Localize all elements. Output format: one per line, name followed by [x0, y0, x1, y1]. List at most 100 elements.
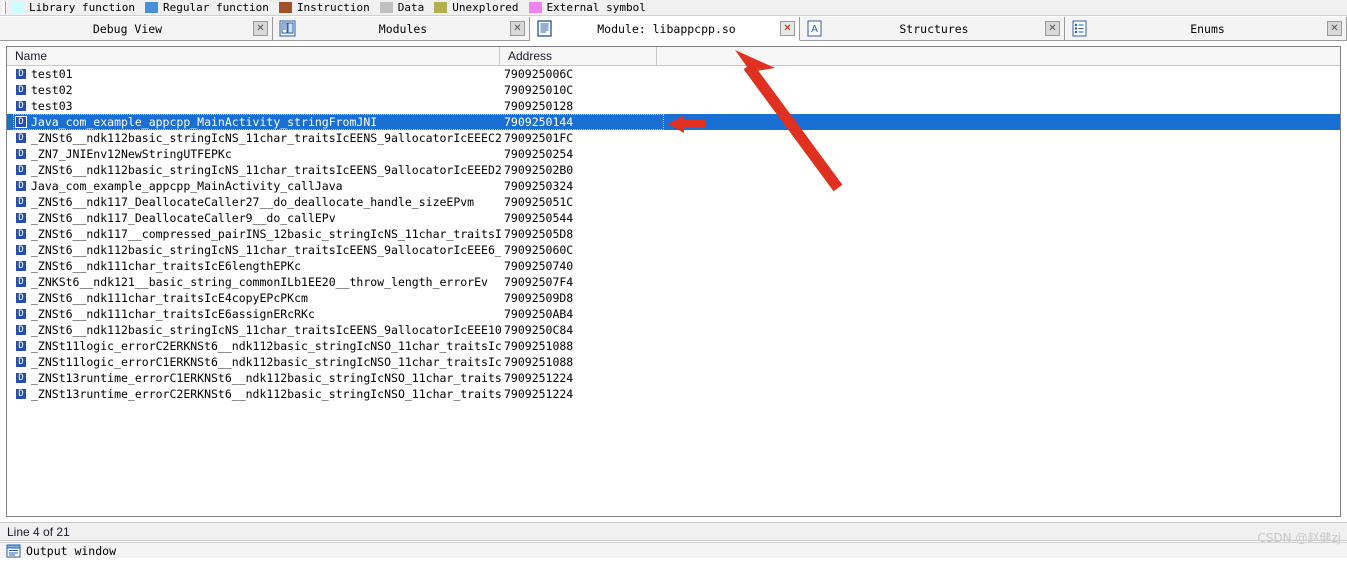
cell-function-name: _ZNSt13runtime_errorC1ERKNSt6__ndk112bas… [31, 371, 501, 385]
output-window-bar[interactable]: Output window [0, 542, 1347, 558]
cell-function-name: test02 [31, 83, 73, 97]
table-row[interactable]: D _ZNSt11logic_errorC2ERKNSt6__ndk112basi… [7, 338, 1340, 354]
modules-icon [279, 20, 296, 37]
line-counter: Line 4 of 21 [7, 524, 70, 539]
table-row[interactable]: D _ZNSt13runtime_errorC2ERKNSt6__ndk112ba… [7, 386, 1340, 402]
tab-label: Structures [899, 21, 969, 36]
output-window-icon [6, 544, 21, 558]
cell-function-name: _ZNSt6__ndk111char_traitsIcE6lengthEPKc [31, 259, 302, 273]
cell-function-name: _ZNSt6__ndk112basic_stringIcNS_11char_tr… [31, 131, 501, 145]
cell-address: 79092507F4 [504, 275, 574, 289]
cell-address: 7909250324 [504, 179, 574, 193]
module-functions-panel: Name Address Dtest01 790925006C Dtest02 790… [0, 41, 1347, 522]
unexplored-swatch [434, 2, 448, 13]
toolbar-grip[interactable] [2, 1, 7, 14]
table-row[interactable]: Dtest03 7909250128 [7, 98, 1340, 114]
table-row[interactable]: D _ZNSt13runtime_errorC1ERKNSt6__ndk112ba… [7, 370, 1340, 386]
cell-address: 79092505D8 [504, 227, 574, 241]
cell-address: 7909251088 [504, 355, 574, 369]
column-header-name[interactable]: Name [7, 47, 500, 66]
close-icon[interactable]: ✕ [253, 21, 268, 36]
cell-function-name: _ZNSt6__ndk112basic_stringIcNS_11char_tr… [31, 323, 501, 337]
debug-symbol-icon: D [15, 116, 27, 128]
cell-address: 790925010C [504, 83, 574, 97]
table-row[interactable]: D _ZNSt6__ndk117_DeallocateCaller9__do_ca… [7, 210, 1340, 226]
debug-symbol-icon: D [15, 356, 27, 368]
tab-structures[interactable]: A Structures ✕ [800, 17, 1065, 41]
table-row[interactable]: D _ZNSt11logic_errorC1ERKNSt6__ndk112basi… [7, 354, 1340, 370]
table-row[interactable]: D _ZNKSt6__ndk121__basic_string_commonILb… [7, 274, 1340, 290]
close-icon[interactable]: ✕ [510, 21, 525, 36]
debug-symbol-icon: D [15, 196, 27, 208]
module-icon [536, 20, 553, 37]
tab-modules[interactable]: Modules ✕ [273, 17, 530, 41]
debug-symbol-icon: D [15, 148, 27, 160]
table-row[interactable]: D _ZNSt6__ndk111char_traitsIcE6lengthEPKc… [7, 258, 1340, 274]
cell-address: 79092502B0 [504, 163, 574, 177]
debug-symbol-icon: D [15, 68, 27, 80]
structures-icon: A [806, 20, 823, 37]
tab-label: Debug View [92, 21, 163, 36]
table-row[interactable]: D Java_com_example_appcpp_MainActivity_st… [7, 114, 1340, 130]
debug-symbol-icon: D [15, 292, 27, 304]
cell-address: 7909250AB4 [504, 307, 574, 321]
table-row[interactable]: Dtest02 790925010C [7, 82, 1340, 98]
watermark: CSDN @赵健zj [1257, 531, 1341, 545]
cell-function-name: Java_com_example_appcpp_MainActivity_str… [31, 115, 378, 129]
cell-function-name: _ZNSt13runtime_errorC2ERKNSt6__ndk112bas… [31, 387, 501, 401]
table-row[interactable]: D _ZNSt6__ndk117_DeallocateCaller27__do_d… [7, 194, 1340, 210]
tab-module-libappcpp[interactable]: Module: libappcpp.so ✕ [530, 17, 800, 41]
debug-symbol-icon: D [15, 84, 27, 96]
cell-function-name: test03 [31, 99, 73, 113]
regular-function-swatch [144, 2, 158, 13]
cell-address: 7909251224 [504, 371, 574, 385]
debug-symbol-icon: D [15, 212, 27, 224]
debug-symbol-icon: D [15, 228, 27, 240]
cell-address: 79092509D8 [504, 291, 574, 305]
cell-function-name: _ZNSt6__ndk111char_traitsIcE6assignERcRK… [31, 307, 315, 321]
close-icon[interactable]: ✕ [1045, 21, 1060, 36]
table-row[interactable]: D _ZNSt6__ndk112basic_stringIcNS_11char_t… [7, 162, 1340, 178]
data-swatch [379, 2, 393, 13]
tab-enums[interactable]: Enums ✕ [1065, 17, 1347, 41]
cell-function-name: _ZN7_JNIEnv12NewStringUTFEPKc [31, 147, 232, 161]
legend-label: Library function [29, 1, 135, 14]
functions-list[interactable]: Name Address Dtest01 790925006C Dtest02 790… [6, 46, 1341, 517]
column-header-address[interactable]: Address [500, 47, 657, 66]
legend-item-library-function: Library function [11, 1, 135, 14]
cell-address: 7909250128 [504, 99, 574, 113]
table-row[interactable]: D _ZNSt6__ndk111char_traitsIcE4copyEPcPKc… [7, 290, 1340, 306]
cell-function-name: test01 [31, 67, 73, 81]
legend-label: Unexplored [452, 1, 519, 14]
debug-symbol-icon: D [15, 164, 27, 176]
table-row[interactable]: Dtest01 790925006C [7, 66, 1340, 82]
debug-symbol-icon: D [15, 260, 27, 272]
close-icon-red[interactable]: ✕ [780, 21, 795, 36]
tab-label: Modules [378, 21, 428, 36]
cell-address: 790925006C [504, 67, 574, 81]
svg-text:A: A [811, 24, 818, 35]
table-row[interactable]: D _ZNSt6__ndk111char_traitsIcE6assignERcR… [7, 306, 1340, 322]
cell-address: 7909250144 [504, 115, 574, 129]
enums-icon [1071, 20, 1088, 37]
cell-function-name: _ZNSt6__ndk117_DeallocateCaller27__do_de… [31, 195, 475, 209]
table-row[interactable]: D _ZNSt6__ndk112basic_stringIcNS_11char_t… [7, 242, 1340, 258]
debug-symbol-icon: D [15, 324, 27, 336]
table-row[interactable]: D _ZN7_JNIEnv12NewStringUTFEPKc 7909250254 [7, 146, 1340, 162]
debug-symbol-icon: D [15, 388, 27, 400]
close-icon[interactable]: ✕ [1327, 21, 1342, 36]
table-row[interactable]: D _ZNSt6__ndk112basic_stringIcNS_11char_t… [7, 322, 1340, 338]
instruction-swatch [278, 2, 292, 13]
table-row[interactable]: D Java_com_example_appcpp_MainActivity_ca… [7, 178, 1340, 194]
tab-label: Module: libappcpp.so [597, 21, 736, 36]
table-row[interactable]: D _ZNSt6__ndk112basic_stringIcNS_11char_t… [7, 130, 1340, 146]
table-row[interactable]: D _ZNSt6__ndk117__compressed_pairINS_12ba… [7, 226, 1340, 242]
library-function-swatch [11, 2, 24, 13]
cell-address: 790925060C [504, 243, 574, 257]
tab-debug-view[interactable]: Debug View ✕ [0, 17, 273, 41]
cell-address: 7909251088 [504, 339, 574, 353]
cell-address: 79092501FC [504, 131, 574, 145]
cell-function-name: _ZNSt6__ndk112basic_stringIcNS_11char_tr… [31, 243, 501, 257]
cell-address: 790925051C [504, 195, 574, 209]
debug-symbol-icon: D [15, 308, 27, 320]
